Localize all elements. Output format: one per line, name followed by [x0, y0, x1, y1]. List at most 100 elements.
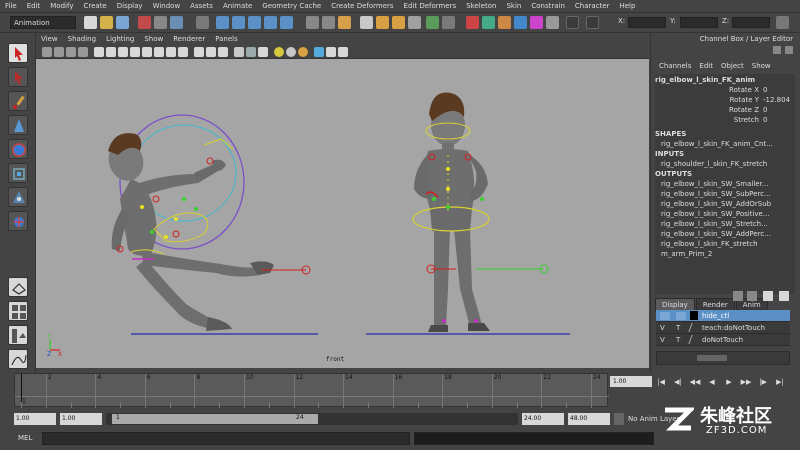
- command-language-label[interactable]: MEL: [18, 434, 32, 442]
- step-back-key-icon[interactable]: ◀|: [671, 376, 685, 388]
- shape-node[interactable]: rig_elbow_l_skin_FK_anim_Cnt...: [655, 140, 795, 150]
- attribute-editor-toggle-icon[interactable]: [785, 46, 793, 54]
- layer-row[interactable]: V TdoNotTouch: [656, 334, 790, 346]
- bookmark-icon[interactable]: [66, 47, 76, 57]
- current-frame-field[interactable]: 1.00: [610, 376, 652, 387]
- wireframe-icon[interactable]: [178, 47, 188, 57]
- panel-toggle-icon[interactable]: [776, 16, 789, 29]
- select-by-component-icon[interactable]: [170, 16, 183, 29]
- construction-history-icon[interactable]: [338, 16, 351, 29]
- output-node[interactable]: rig_elbow_l_skin_SW_Stretch...: [655, 220, 795, 230]
- snap-view-plane-icon[interactable]: [264, 16, 277, 29]
- safe-action-icon[interactable]: [154, 47, 164, 57]
- layer-row[interactable]: V Tteach:doNotTouch: [656, 322, 790, 334]
- selected-node-name[interactable]: rig_elbow_l_skin_FK_anim: [655, 76, 795, 86]
- layer-visibility-toggle[interactable]: V: [660, 324, 670, 332]
- select-by-hierarchy-icon[interactable]: [138, 16, 151, 29]
- gate-mask-icon[interactable]: [130, 47, 140, 57]
- move-tool-icon[interactable]: [8, 115, 28, 135]
- paint-select-tool-icon[interactable]: [8, 91, 28, 111]
- xray-icon[interactable]: [218, 47, 228, 57]
- four-view-layout-icon[interactable]: [8, 301, 28, 321]
- new-scene-icon[interactable]: [84, 16, 97, 29]
- layer-visibility-toggle[interactable]: V: [660, 336, 670, 344]
- output-node[interactable]: rig_elbow_l_skin_SW_Positive...: [655, 210, 795, 220]
- attribute-value[interactable]: 0: [763, 86, 795, 96]
- isolate-select-icon[interactable]: [314, 47, 324, 57]
- grid-toggle-icon[interactable]: [94, 47, 104, 57]
- input-line-icon[interactable]: [442, 16, 455, 29]
- camera-select-icon[interactable]: [42, 47, 52, 57]
- save-scene-icon[interactable]: [116, 16, 129, 29]
- single-perspective-layout-icon[interactable]: [8, 277, 28, 297]
- layer-color-swatch[interactable]: [688, 323, 700, 332]
- safe-title-icon[interactable]: [166, 47, 176, 57]
- absolute-transform-icon[interactable]: [566, 16, 579, 29]
- camera-attributes-icon[interactable]: [54, 47, 64, 57]
- lasso-tool-icon[interactable]: [8, 67, 28, 87]
- gray-tool-icon[interactable]: [546, 16, 559, 29]
- relative-transform-icon[interactable]: [586, 16, 599, 29]
- resolution-gate-icon[interactable]: [118, 47, 128, 57]
- menu-display[interactable]: Display: [112, 2, 148, 10]
- attribute-value[interactable]: 0: [763, 116, 795, 126]
- layer-scrollbar[interactable]: [656, 351, 790, 365]
- panel-menu-renderer[interactable]: Renderer: [168, 35, 210, 43]
- layer-template-toggle[interactable]: T: [676, 324, 686, 332]
- layer-name[interactable]: hide_ctl: [702, 312, 729, 320]
- rotate-tool-icon[interactable]: [8, 139, 28, 159]
- panel-menu-shading[interactable]: Shading: [63, 35, 101, 43]
- layer-row[interactable]: hide_ctl: [656, 310, 790, 322]
- orange-tool-icon[interactable]: [498, 16, 511, 29]
- layer-scroll-thumb[interactable]: [697, 355, 727, 361]
- channel-menu-channels[interactable]: Channels: [655, 62, 695, 70]
- output-node[interactable]: rig_elbow_l_skin_SW_AddPerc...: [655, 230, 795, 240]
- menu-modify[interactable]: Modify: [45, 2, 78, 10]
- channel-menu-object[interactable]: Object: [717, 62, 748, 70]
- playback-end-field[interactable]: 24.00: [522, 413, 564, 425]
- character-left[interactable]: [103, 114, 311, 331]
- anim-layer-icon[interactable]: [614, 413, 624, 425]
- select-by-object-icon[interactable]: [154, 16, 167, 29]
- universal-manipulator-icon[interactable]: [8, 187, 28, 207]
- hypershade-icon[interactable]: [426, 16, 439, 29]
- wireframe-on-shaded-icon[interactable]: [206, 47, 216, 57]
- channel-list[interactable]: rig_elbow_l_skin_FK_anim Rotate X 0 Rotate …: [655, 74, 795, 294]
- range-slider[interactable]: 1 24: [106, 413, 518, 425]
- panel-menu-view[interactable]: View: [36, 35, 63, 43]
- menu-character[interactable]: Character: [570, 2, 615, 10]
- default-material-icon[interactable]: [234, 47, 244, 57]
- animation-start-field[interactable]: 1.00: [14, 413, 56, 425]
- scale-tool-icon[interactable]: [8, 163, 28, 183]
- input-node[interactable]: rig_shoulder_l_skin_FK_stretch: [655, 160, 795, 170]
- output-node[interactable]: m_arm_Prim_2: [655, 250, 795, 260]
- menu-skeleton[interactable]: Skeleton: [461, 2, 501, 10]
- character-right[interactable]: [412, 92, 549, 332]
- channel-menu-show[interactable]: Show: [748, 62, 775, 70]
- snap-grid-icon[interactable]: [216, 16, 229, 29]
- menu-animate[interactable]: Animate: [218, 2, 257, 10]
- shadows-icon[interactable]: [274, 47, 284, 57]
- lighting-icon[interactable]: [298, 47, 308, 57]
- ipr-render-icon[interactable]: [392, 16, 405, 29]
- layer-color-swatch[interactable]: [688, 335, 700, 344]
- render-current-frame-icon[interactable]: [376, 16, 389, 29]
- mode-selector[interactable]: Animation: [10, 16, 76, 29]
- z-field[interactable]: [732, 17, 770, 28]
- channel-box-toggle-icon[interactable]: [773, 46, 781, 54]
- xray-joints-icon[interactable]: [326, 47, 336, 57]
- menu-help[interactable]: Help: [614, 2, 640, 10]
- output-node[interactable]: rig_elbow_l_skin_SW_SubPerc...: [655, 190, 795, 200]
- attribute-name[interactable]: Rotate Z: [655, 106, 759, 116]
- x-field[interactable]: [628, 17, 666, 28]
- layer-template-toggle[interactable]: [676, 312, 686, 320]
- menu-geometry-cache[interactable]: Geometry Cache: [257, 2, 326, 10]
- open-scene-icon[interactable]: [100, 16, 113, 29]
- output-node[interactable]: rig_elbow_l_skin_FK_stretch: [655, 240, 795, 250]
- command-input[interactable]: [42, 432, 410, 445]
- use-all-lights-icon[interactable]: [258, 47, 268, 57]
- output-node[interactable]: rig_elbow_l_skin_SW_AddOrSub: [655, 200, 795, 210]
- new-layer-icon[interactable]: [747, 291, 757, 301]
- soft-modification-icon[interactable]: [8, 211, 28, 231]
- red-tool-icon[interactable]: [466, 16, 479, 29]
